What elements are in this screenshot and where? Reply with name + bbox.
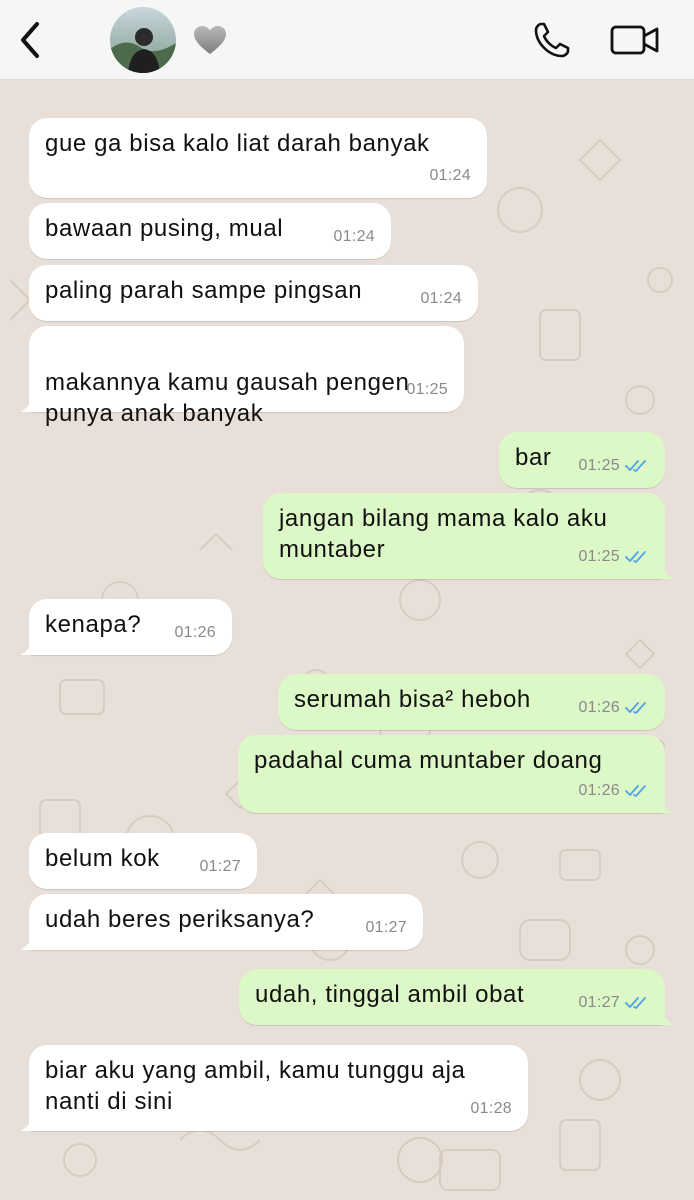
- message-text: biar aku yang ambil, kamu tunggu aja nan…: [45, 1057, 466, 1115]
- bubble-tail: [656, 563, 674, 579]
- message-incoming[interactable]: kenapa? 01:26: [20, 599, 232, 655]
- message-outgoing[interactable]: bar 01:25: [499, 432, 665, 488]
- read-receipt-icon: [625, 784, 646, 797]
- video-camera-icon: [610, 25, 659, 55]
- message-incoming[interactable]: gue ga bisa kalo liat darah banyak 01:24: [29, 118, 487, 198]
- message-time: 01:25: [578, 450, 649, 481]
- message-text: makannya kamu gausah pengen punya anak b…: [45, 369, 410, 427]
- message-text: padahal cuma muntaber doang: [254, 747, 603, 774]
- message-text: gue ga bisa kalo liat darah banyak: [45, 130, 430, 157]
- message-outgoing[interactable]: jangan bilang mama kalo aku muntaber 01:…: [263, 493, 674, 579]
- read-receipt-icon: [625, 701, 646, 714]
- bubble-tail: [20, 639, 38, 655]
- message-time: 01:24: [420, 290, 462, 307]
- message-time: 01:26: [578, 775, 649, 806]
- message-time: 01:25: [406, 381, 448, 398]
- message-time: 01:28: [470, 1100, 512, 1117]
- message-time: 01:27: [578, 987, 649, 1018]
- message-incoming[interactable]: bawaan pusing, mual 01:24: [29, 203, 391, 259]
- message-incoming[interactable]: belum kok 01:27: [29, 833, 257, 889]
- message-incoming[interactable]: paling parah sampe pingsan 01:24: [29, 265, 478, 321]
- bubble-tail: [20, 934, 38, 950]
- message-incoming[interactable]: makannya kamu gausah pengen punya anak b…: [20, 326, 464, 427]
- message-incoming[interactable]: biar aku yang ambil, kamu tunggu aja nan…: [20, 1045, 528, 1131]
- avatar-image: [110, 7, 176, 73]
- message-time: 01:25: [578, 541, 649, 572]
- bubble-tail: [656, 1009, 674, 1025]
- message-outgoing[interactable]: padahal cuma muntaber doang 01:26: [238, 735, 674, 813]
- read-receipt-icon: [625, 459, 646, 472]
- chevron-left-icon: [21, 22, 39, 58]
- message-text: paling parah sampe pingsan: [45, 277, 363, 304]
- message-time: 01:26: [578, 692, 649, 723]
- message-text: udah beres periksanya?: [45, 906, 315, 933]
- back-button[interactable]: [10, 18, 50, 62]
- grey-heart-icon: [190, 20, 230, 60]
- bubble-tail: [20, 396, 38, 412]
- message-outgoing[interactable]: udah, tinggal ambil obat 01:27: [239, 969, 674, 1025]
- bubble-tail: [656, 797, 674, 813]
- message-outgoing[interactable]: serumah bisa² heboh 01:26: [278, 674, 665, 730]
- read-receipt-icon: [625, 550, 646, 563]
- chat-header: [0, 0, 694, 80]
- voice-call-button[interactable]: [527, 15, 577, 65]
- read-receipt-icon: [625, 996, 646, 1009]
- contact-avatar[interactable]: [110, 7, 176, 73]
- message-time: 01:26: [174, 624, 216, 641]
- message-time: 01:24: [333, 228, 375, 245]
- message-incoming[interactable]: udah beres periksanya? 01:27: [20, 894, 423, 950]
- video-call-button[interactable]: [606, 15, 664, 65]
- bubble-tail: [20, 1115, 38, 1131]
- message-time: 01:24: [429, 167, 471, 184]
- message-text: bawaan pusing, mual: [45, 215, 284, 242]
- chat-area[interactable]: gue ga bisa kalo liat darah banyak 01:24…: [0, 80, 694, 1200]
- message-time: 01:27: [365, 919, 407, 936]
- message-time: 01:27: [199, 858, 241, 875]
- phone-icon: [534, 22, 570, 58]
